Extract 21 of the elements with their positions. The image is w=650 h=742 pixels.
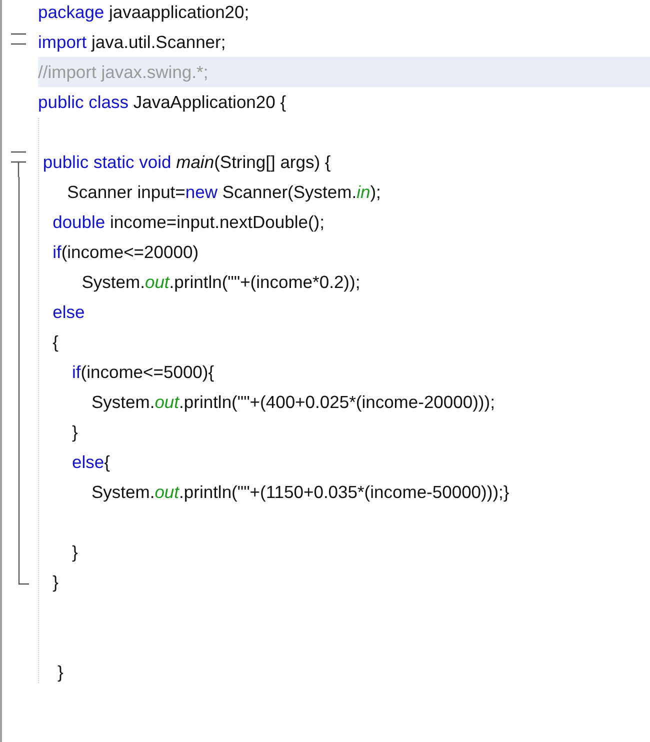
code-line: else [52, 301, 85, 323]
code-line: Scanner input=new Scanner(System.in); [66, 181, 381, 203]
code-line: else{ [71, 451, 110, 473]
code-line: public class JavaApplication20 { [38, 91, 286, 113]
code-line: System.out.println(""+(400+0.025*(income-20000))); [90, 391, 495, 413]
code-line: double income=input.nextDouble(); [52, 211, 324, 233]
code-line: if(income<=5000){ [71, 361, 214, 383]
code-line: import java.util.Scanner; [38, 31, 226, 53]
code-line: System.out.println(""+(1150+0.035*(income-50000)));} [90, 481, 510, 503]
code-line: System.out.println(""+(income*0.2)); [80, 271, 360, 293]
code-line: } [71, 421, 78, 443]
code-line: package javaapplication20; [38, 1, 250, 23]
code-line: } [71, 541, 78, 563]
code-line: } [52, 571, 58, 593]
code-line: public static void main(String[] args) { [42, 151, 331, 173]
code-line: //import javax.swing.*; [38, 61, 208, 83]
code-line: if(income<=20000) [52, 241, 199, 263]
fold-icon[interactable] [11, 151, 27, 177]
code-line: { [52, 331, 58, 353]
code-line: } [56, 661, 64, 683]
fold-icon[interactable] [11, 33, 27, 45]
